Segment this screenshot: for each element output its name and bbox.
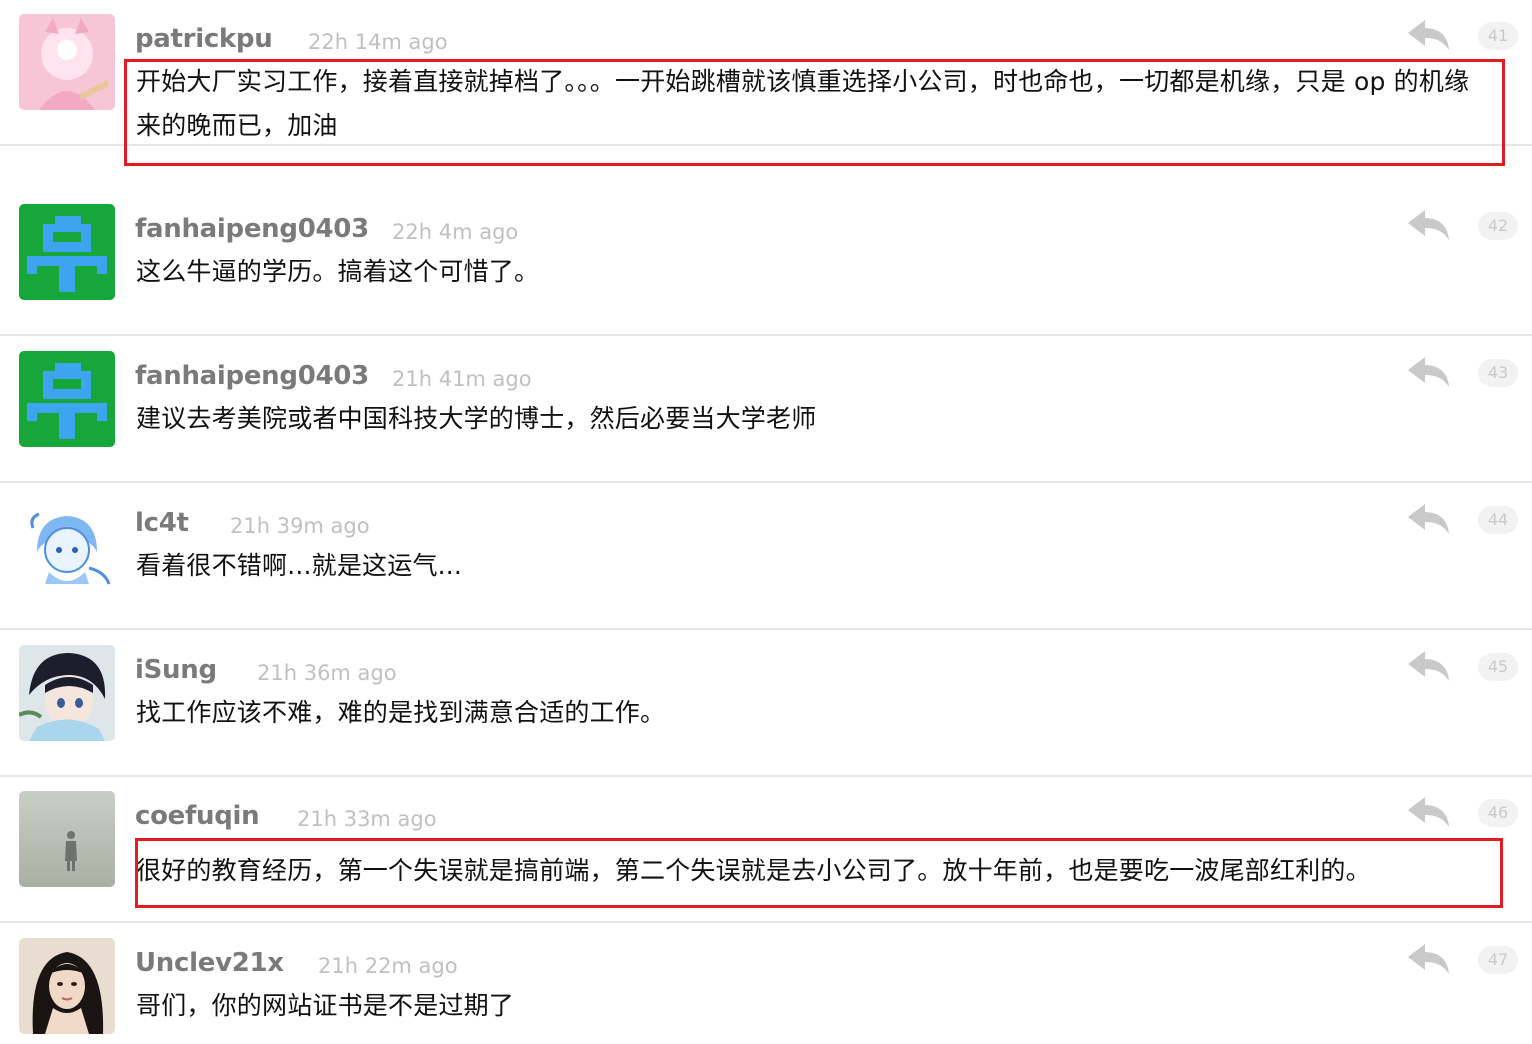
avatar[interactable] bbox=[19, 14, 115, 110]
timestamp: 21h 22m ago bbox=[318, 954, 458, 978]
timestamp: 21h 39m ago bbox=[230, 514, 370, 538]
reply-item: fanhaipeng0403 22h 4m ago 42 这么牛逼的学历。搞着这… bbox=[0, 190, 1532, 336]
reply-content: 看着很不错啊...就是这运气... bbox=[136, 551, 463, 580]
reply-item: iSung 21h 36m ago 45 找工作应该不难，难的是找到满意合适的工… bbox=[0, 631, 1532, 777]
reply-item: lc4t 21h 39m ago 44 看着很不错啊...就是这运气... bbox=[0, 484, 1532, 630]
divider bbox=[0, 921, 1532, 923]
floor-number: 41 bbox=[1478, 22, 1518, 50]
username[interactable]: fanhaipeng0403 bbox=[135, 214, 369, 244]
reply-arrow-icon[interactable] bbox=[1406, 795, 1450, 829]
green-pixel-avatar bbox=[19, 204, 115, 300]
timestamp: 21h 36m ago bbox=[257, 661, 397, 685]
divider bbox=[0, 144, 1532, 146]
username[interactable]: fanhaipeng0403 bbox=[135, 361, 369, 391]
reply-arrow-icon[interactable] bbox=[1406, 942, 1450, 976]
username[interactable]: lc4t bbox=[135, 508, 189, 538]
avatar[interactable] bbox=[19, 938, 115, 1034]
username[interactable]: Unclev21x bbox=[135, 948, 284, 978]
reply-arrow-icon[interactable] bbox=[1406, 649, 1450, 683]
green-pixel-avatar bbox=[19, 351, 115, 447]
avatar[interactable] bbox=[19, 791, 115, 887]
pink-cat-avatar bbox=[19, 14, 115, 110]
timestamp: 21h 41m ago bbox=[392, 367, 532, 391]
blue-anime-avatar bbox=[19, 498, 115, 594]
reply-arrow-icon[interactable] bbox=[1406, 208, 1450, 242]
reply-item: patrickpu 22h 14m ago 41 开始大厂实习工作，接着直接就掉… bbox=[0, 0, 1532, 146]
avatar[interactable] bbox=[19, 204, 115, 300]
divider bbox=[0, 334, 1532, 336]
avatar[interactable] bbox=[19, 351, 115, 447]
floor-number: 45 bbox=[1478, 653, 1518, 681]
reply-content: 建议去考美院或者中国科技大学的博士，然后必要当大学老师 bbox=[136, 404, 817, 433]
username[interactable]: iSung bbox=[135, 655, 217, 685]
reply-content: 开始大厂实习工作，接着直接就掉档了。。。一开始跳槽就该慎重选择小公司，时也命也，… bbox=[136, 67, 1470, 140]
avatar[interactable] bbox=[19, 645, 115, 741]
floor-number: 44 bbox=[1478, 506, 1518, 534]
reply-item: coefuqin 21h 33m ago 46 很好的教育经历，第一个失误就是搞… bbox=[0, 777, 1532, 923]
username[interactable]: patrickpu bbox=[135, 24, 273, 54]
divider bbox=[0, 628, 1532, 630]
floor-number: 46 bbox=[1478, 799, 1518, 827]
username[interactable]: coefuqin bbox=[135, 801, 260, 831]
reply-item: Unclev21x 21h 22m ago 47 哥们，你的网站证书是不是过期了 bbox=[0, 924, 1532, 1044]
reply-arrow-icon[interactable] bbox=[1406, 502, 1450, 536]
reply-content: 这么牛逼的学历。搞着这个可惜了。 bbox=[136, 257, 540, 286]
floor-number: 42 bbox=[1478, 212, 1518, 240]
reply-arrow-icon[interactable] bbox=[1406, 355, 1450, 389]
reply-list: patrickpu 22h 14m ago 41 开始大厂实习工作，接着直接就掉… bbox=[0, 0, 1532, 1044]
reply-arrow-icon[interactable] bbox=[1406, 18, 1450, 52]
reply-item: fanhaipeng0403 21h 41m ago 43 建议去考美院或者中国… bbox=[0, 337, 1532, 483]
timestamp: 22h 4m ago bbox=[392, 220, 519, 244]
anime-boy-avatar bbox=[19, 645, 115, 741]
reply-content: 很好的教育经历，第一个失误就是搞前端，第二个失误就是去小公司了。放十年前，也是要… bbox=[136, 856, 1371, 885]
timestamp: 21h 33m ago bbox=[297, 807, 437, 831]
divider bbox=[0, 481, 1532, 483]
foggy-figure-avatar bbox=[19, 791, 115, 887]
floor-number: 43 bbox=[1478, 359, 1518, 387]
reply-content: 哥们，你的网站证书是不是过期了 bbox=[136, 991, 515, 1020]
floor-number: 47 bbox=[1478, 946, 1518, 974]
woman-portrait-avatar bbox=[19, 938, 115, 1034]
avatar[interactable] bbox=[19, 498, 115, 594]
reply-content: 找工作应该不难，难的是找到满意合适的工作。 bbox=[136, 698, 666, 727]
timestamp: 22h 14m ago bbox=[308, 30, 448, 54]
